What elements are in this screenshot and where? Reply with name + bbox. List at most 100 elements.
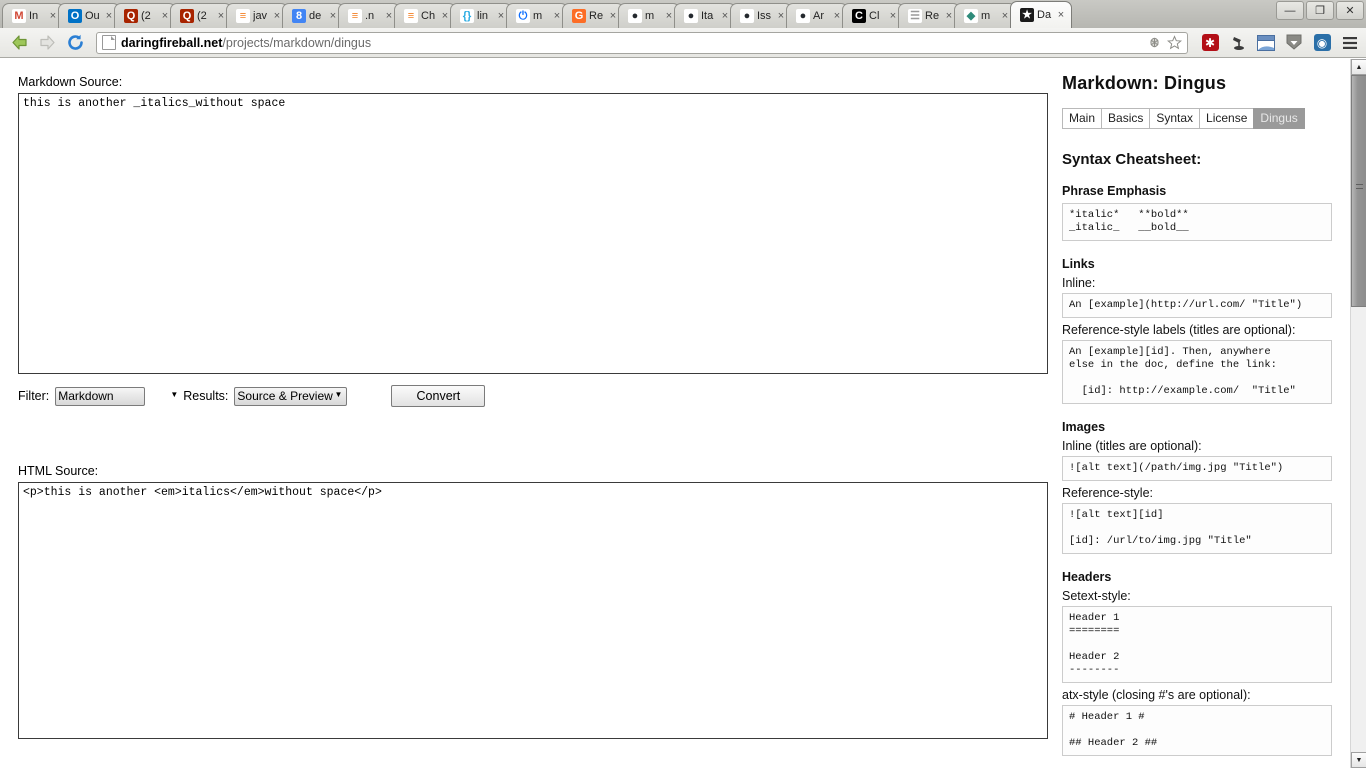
scroll-up-button[interactable]: ▲	[1351, 59, 1366, 75]
cheatsheet-heading: Images	[1062, 420, 1106, 434]
browser-tab[interactable]: ≡ jav ×	[226, 3, 288, 28]
scrollbar-thumb[interactable]	[1351, 75, 1366, 307]
cheatsheet-code: An [example](http://url.com/ "Title")	[1062, 293, 1332, 318]
filter-select[interactable]: Markdown	[55, 386, 146, 406]
cheatsheet-code: ![alt text][id] [id]: /url/to/img.jpg "T…	[1062, 503, 1332, 554]
lamp-icon[interactable]	[1228, 33, 1248, 53]
stackoverflow-icon: ≡	[236, 9, 250, 23]
download-icon[interactable]	[1284, 33, 1304, 53]
results-label: Results:	[183, 389, 229, 403]
tab-label: Re	[589, 10, 604, 22]
reload-button[interactable]	[62, 31, 88, 55]
cheatsheet-heading: Links	[1062, 257, 1095, 271]
page-scrollbar[interactable]: ▲ ▼	[1350, 59, 1366, 768]
page-icon	[102, 35, 116, 50]
close-button[interactable]: ✕	[1336, 1, 1364, 20]
minimize-button[interactable]: —	[1276, 1, 1304, 20]
tab-label: jav	[253, 10, 268, 22]
menu-icon[interactable]	[1340, 33, 1360, 53]
quora-icon: Q	[180, 9, 194, 23]
tab-label: Ou	[85, 10, 100, 22]
tab-label: m	[645, 10, 655, 22]
cheatsheet-heading: Headers	[1062, 570, 1112, 584]
cheatsheet-caption: Inline:	[1062, 276, 1096, 290]
back-button[interactable]	[6, 31, 32, 55]
sidebar-nav-basics[interactable]: Basics	[1101, 108, 1150, 129]
browser-tab[interactable]: M In ×	[2, 3, 64, 28]
results-select[interactable]: Source & Preview	[234, 386, 348, 406]
tab-label: m	[981, 10, 991, 22]
c-icon: C	[852, 9, 866, 23]
browser-tab[interactable]: ◆ m ×	[954, 3, 1016, 28]
sidebar-nav-syntax[interactable]: Syntax	[1149, 108, 1200, 129]
html-source-output[interactable]	[18, 482, 1048, 739]
stackoverflow-icon: ≡	[404, 9, 418, 23]
browser-window: M In × O Ou × Q (2 × Q (2 × ≡ jav × 8 de × ≡ .n × ≡ Ch ×{} lin × ⏻…	[0, 0, 1366, 768]
stackoverflow-icon: ≡	[348, 9, 362, 23]
power-icon: ⏻	[516, 9, 530, 23]
browser-tab[interactable]: ☰ Re ×	[898, 3, 960, 28]
markdown-source-label: Markdown Source:	[18, 75, 123, 89]
cheatsheet-caption: Inline (titles are optional):	[1062, 439, 1202, 453]
tab-label: (2	[141, 10, 151, 22]
github-icon: ●	[628, 9, 642, 23]
sidebar-nav-license[interactable]: License	[1199, 108, 1254, 129]
sidebar-nav-main[interactable]: Main	[1062, 108, 1102, 129]
convert-button[interactable]: Convert	[391, 385, 486, 407]
scroll-down-button[interactable]: ▼	[1351, 752, 1366, 768]
tab-label: Cl	[869, 10, 880, 22]
browser-tab[interactable]: ⏻ m ×	[506, 3, 568, 28]
adblock-icon[interactable]: ✱	[1200, 33, 1220, 53]
sync-icon[interactable]: ◉	[1312, 33, 1332, 53]
page-viewport: Markdown Source: Filter: Markdown Result…	[0, 59, 1366, 768]
sidebar-nav: Main Basics Syntax License Dingus	[1062, 108, 1332, 129]
github-icon: ●	[684, 9, 698, 23]
maximize-button[interactable]: ❐	[1306, 1, 1334, 20]
star-icon: ★	[1020, 8, 1034, 22]
cheatsheet-code: # Header 1 # ## Header 2 ##	[1062, 705, 1332, 756]
markdown-source-input[interactable]	[18, 93, 1048, 374]
document-icon: ☰	[908, 9, 922, 23]
dingus-controls: Filter: Markdown Results: Source & Previ…	[18, 385, 1050, 407]
bookmark-star-icon[interactable]	[1164, 33, 1184, 53]
tab-label: .n	[365, 10, 375, 22]
tab-label: de	[309, 10, 322, 22]
tab-close-icon[interactable]: ×	[1055, 9, 1067, 21]
browser-tab[interactable]: 8 de ×	[282, 3, 344, 28]
cheatsheet-code: *italic* **bold** _italic_ __bold__	[1062, 203, 1332, 241]
browser-tab[interactable]: C Cl ×	[842, 3, 904, 28]
dingus-form: Markdown Source: Filter: Markdown Result…	[18, 59, 1050, 739]
window-icon[interactable]	[1256, 33, 1276, 53]
navigation-toolbar: daringfireball.net/projects/markdown/din…	[0, 28, 1366, 58]
extension-toolbar: ✱ ◉	[1194, 33, 1360, 53]
tab-label: Ch	[421, 10, 436, 22]
cheatsheet-heading: Phrase Emphasis	[1062, 184, 1167, 198]
sidebar: Markdown: Dingus Main Basics Syntax License…	[1062, 73, 1332, 758]
cheatsheet-code: Header 1 ======== Header 2 --------	[1062, 606, 1332, 683]
browser-tab[interactable]: Q (2 ×	[170, 3, 232, 28]
browser-tab[interactable]: G Re ×	[562, 3, 624, 28]
browser-tab[interactable]: Q (2 ×	[114, 3, 176, 28]
browser-tab[interactable]: ● Ita ×	[674, 3, 736, 28]
tab-label: m	[533, 10, 543, 22]
browser-tab[interactable]: ● m ×	[618, 3, 680, 28]
json-icon: {}	[460, 9, 474, 23]
address-bar[interactable]: daringfireball.net/projects/markdown/din…	[96, 31, 1188, 54]
github-icon: ●	[796, 9, 810, 23]
shield-icon: ◆	[964, 9, 978, 23]
browser-tab[interactable]: {} lin ×	[450, 3, 512, 28]
browser-tab[interactable]: O Ou ×	[58, 3, 120, 28]
browser-tab[interactable]: ≡ Ch ×	[394, 3, 456, 28]
browser-tab[interactable]: ≡ .n ×	[338, 3, 400, 28]
bug-icon[interactable]	[1144, 33, 1164, 53]
tab-label: In	[29, 10, 39, 22]
page-title: Markdown: Dingus	[1062, 73, 1227, 93]
scrollbar-grip	[1356, 184, 1363, 189]
tab-label: Ita	[701, 10, 714, 22]
browser-tab[interactable]: ● Ar ×	[786, 3, 848, 28]
page-content: Markdown Source: Filter: Markdown Result…	[0, 59, 1350, 768]
sidebar-nav-dingus[interactable]: Dingus	[1253, 108, 1305, 129]
url-host: daringfireball.net	[121, 35, 223, 50]
browser-tab[interactable]: ● Iss ×	[730, 3, 792, 28]
browser-tab[interactable]: ★ Da ×	[1010, 1, 1072, 28]
